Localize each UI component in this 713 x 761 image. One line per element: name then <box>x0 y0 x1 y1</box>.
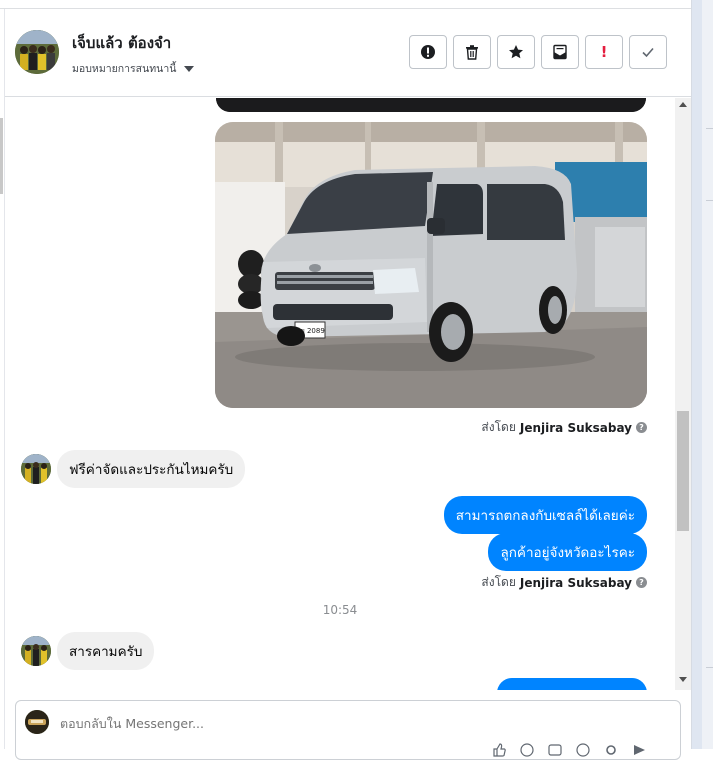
conversation-toolbar: ! <box>409 35 667 69</box>
message-thread[interactable]: นข 2089 ส่งโดย Jenjira Suksabay ? ฟรีค่า… <box>5 98 675 690</box>
right-panel-divider <box>706 128 713 129</box>
send-icon[interactable] <box>632 742 646 756</box>
emoji-icon[interactable] <box>520 742 534 757</box>
help-icon[interactable]: ? <box>636 577 647 588</box>
incoming-message-row: สารคามครับ <box>21 632 155 670</box>
contact-avatar[interactable] <box>15 30 59 74</box>
right-panel-divider <box>706 200 713 201</box>
assign-conversation-dropdown[interactable]: มอบหมายการสนทนานี้ <box>72 60 195 77</box>
image-icon[interactable] <box>548 742 562 756</box>
composer-tools <box>492 742 646 757</box>
left-panel-scroll-thumb[interactable] <box>0 118 3 194</box>
thread-scrollbar[interactable] <box>675 98 691 690</box>
conversation-header: เจ็บแล้ว ต้องจำ มอบหมายการสนทนานี้ ! <box>5 9 691 97</box>
scroll-up-icon[interactable] <box>679 102 687 107</box>
incoming-message[interactable]: ฟรีค่าจัดและประกันไหมครับ <box>57 450 246 488</box>
right-side-panel <box>691 0 713 749</box>
delete-button[interactable] <box>453 35 491 69</box>
help-icon[interactable]: ? <box>636 422 647 433</box>
check-icon <box>642 47 654 58</box>
mark-done-button[interactable] <box>629 35 667 69</box>
incoming-message-row: ฟรีค่าจัดและประกันไหมครับ <box>21 450 246 488</box>
page-avatar <box>25 710 49 734</box>
move-to-done-button[interactable] <box>541 35 579 69</box>
outgoing-message-partial[interactable] <box>497 678 647 690</box>
gif-icon[interactable] <box>576 742 590 757</box>
sent-by-label: ส่งโดย Jenjira Suksabay ? <box>481 573 647 592</box>
right-panel-divider <box>706 667 713 668</box>
contact-name[interactable]: เจ็บแล้ว ต้องจำ <box>72 31 171 55</box>
sent-by-prefix: ส่งโดย <box>481 575 516 589</box>
sent-by-label: ส่งโดย Jenjira Suksabay ? <box>481 418 647 437</box>
settings-icon[interactable] <box>604 742 618 756</box>
inbox-window: เจ็บแล้ว ต้องจำ มอบหมายการสนทนานี้ ! นข … <box>0 0 713 760</box>
sender-name[interactable]: Jenjira Suksabay <box>520 576 632 590</box>
scroll-down-icon[interactable] <box>679 677 687 682</box>
alert-circle-icon <box>421 45 435 59</box>
incoming-message[interactable]: สารคามครับ <box>57 632 155 670</box>
mark-important-button[interactable]: ! <box>585 35 623 69</box>
reply-input[interactable] <box>60 716 560 731</box>
caret-down-icon <box>184 65 195 72</box>
sent-by-prefix: ส่งโดย <box>481 420 516 434</box>
mark-spam-button[interactable] <box>409 35 447 69</box>
assign-label: มอบหมายการสนทนานี้ <box>72 63 177 75</box>
message-timestamp: 10:54 <box>322 603 358 617</box>
contact-avatar[interactable] <box>21 454 51 484</box>
van-photo-attachment[interactable]: นข 2089 <box>215 122 647 408</box>
reply-composer <box>15 700 681 760</box>
mail-icon <box>553 44 567 60</box>
right-panel-stripe <box>692 0 702 749</box>
sender-name[interactable]: Jenjira Suksabay <box>520 421 632 435</box>
like-icon[interactable] <box>492 742 506 757</box>
trash-icon <box>466 45 478 60</box>
scroll-thumb[interactable] <box>677 411 689 531</box>
star-button[interactable] <box>497 35 535 69</box>
contact-avatar[interactable] <box>21 636 51 666</box>
star-icon <box>509 45 523 59</box>
outgoing-message[interactable]: สามารถตกลงกับเซลล์ได้เลยค่ะ <box>443 496 647 534</box>
previous-photo-attachment[interactable] <box>216 98 646 112</box>
exclamation-icon: ! <box>600 43 608 61</box>
outgoing-message[interactable]: ลูกค้าอยู่จังหวัดอะไรคะ <box>488 533 647 571</box>
